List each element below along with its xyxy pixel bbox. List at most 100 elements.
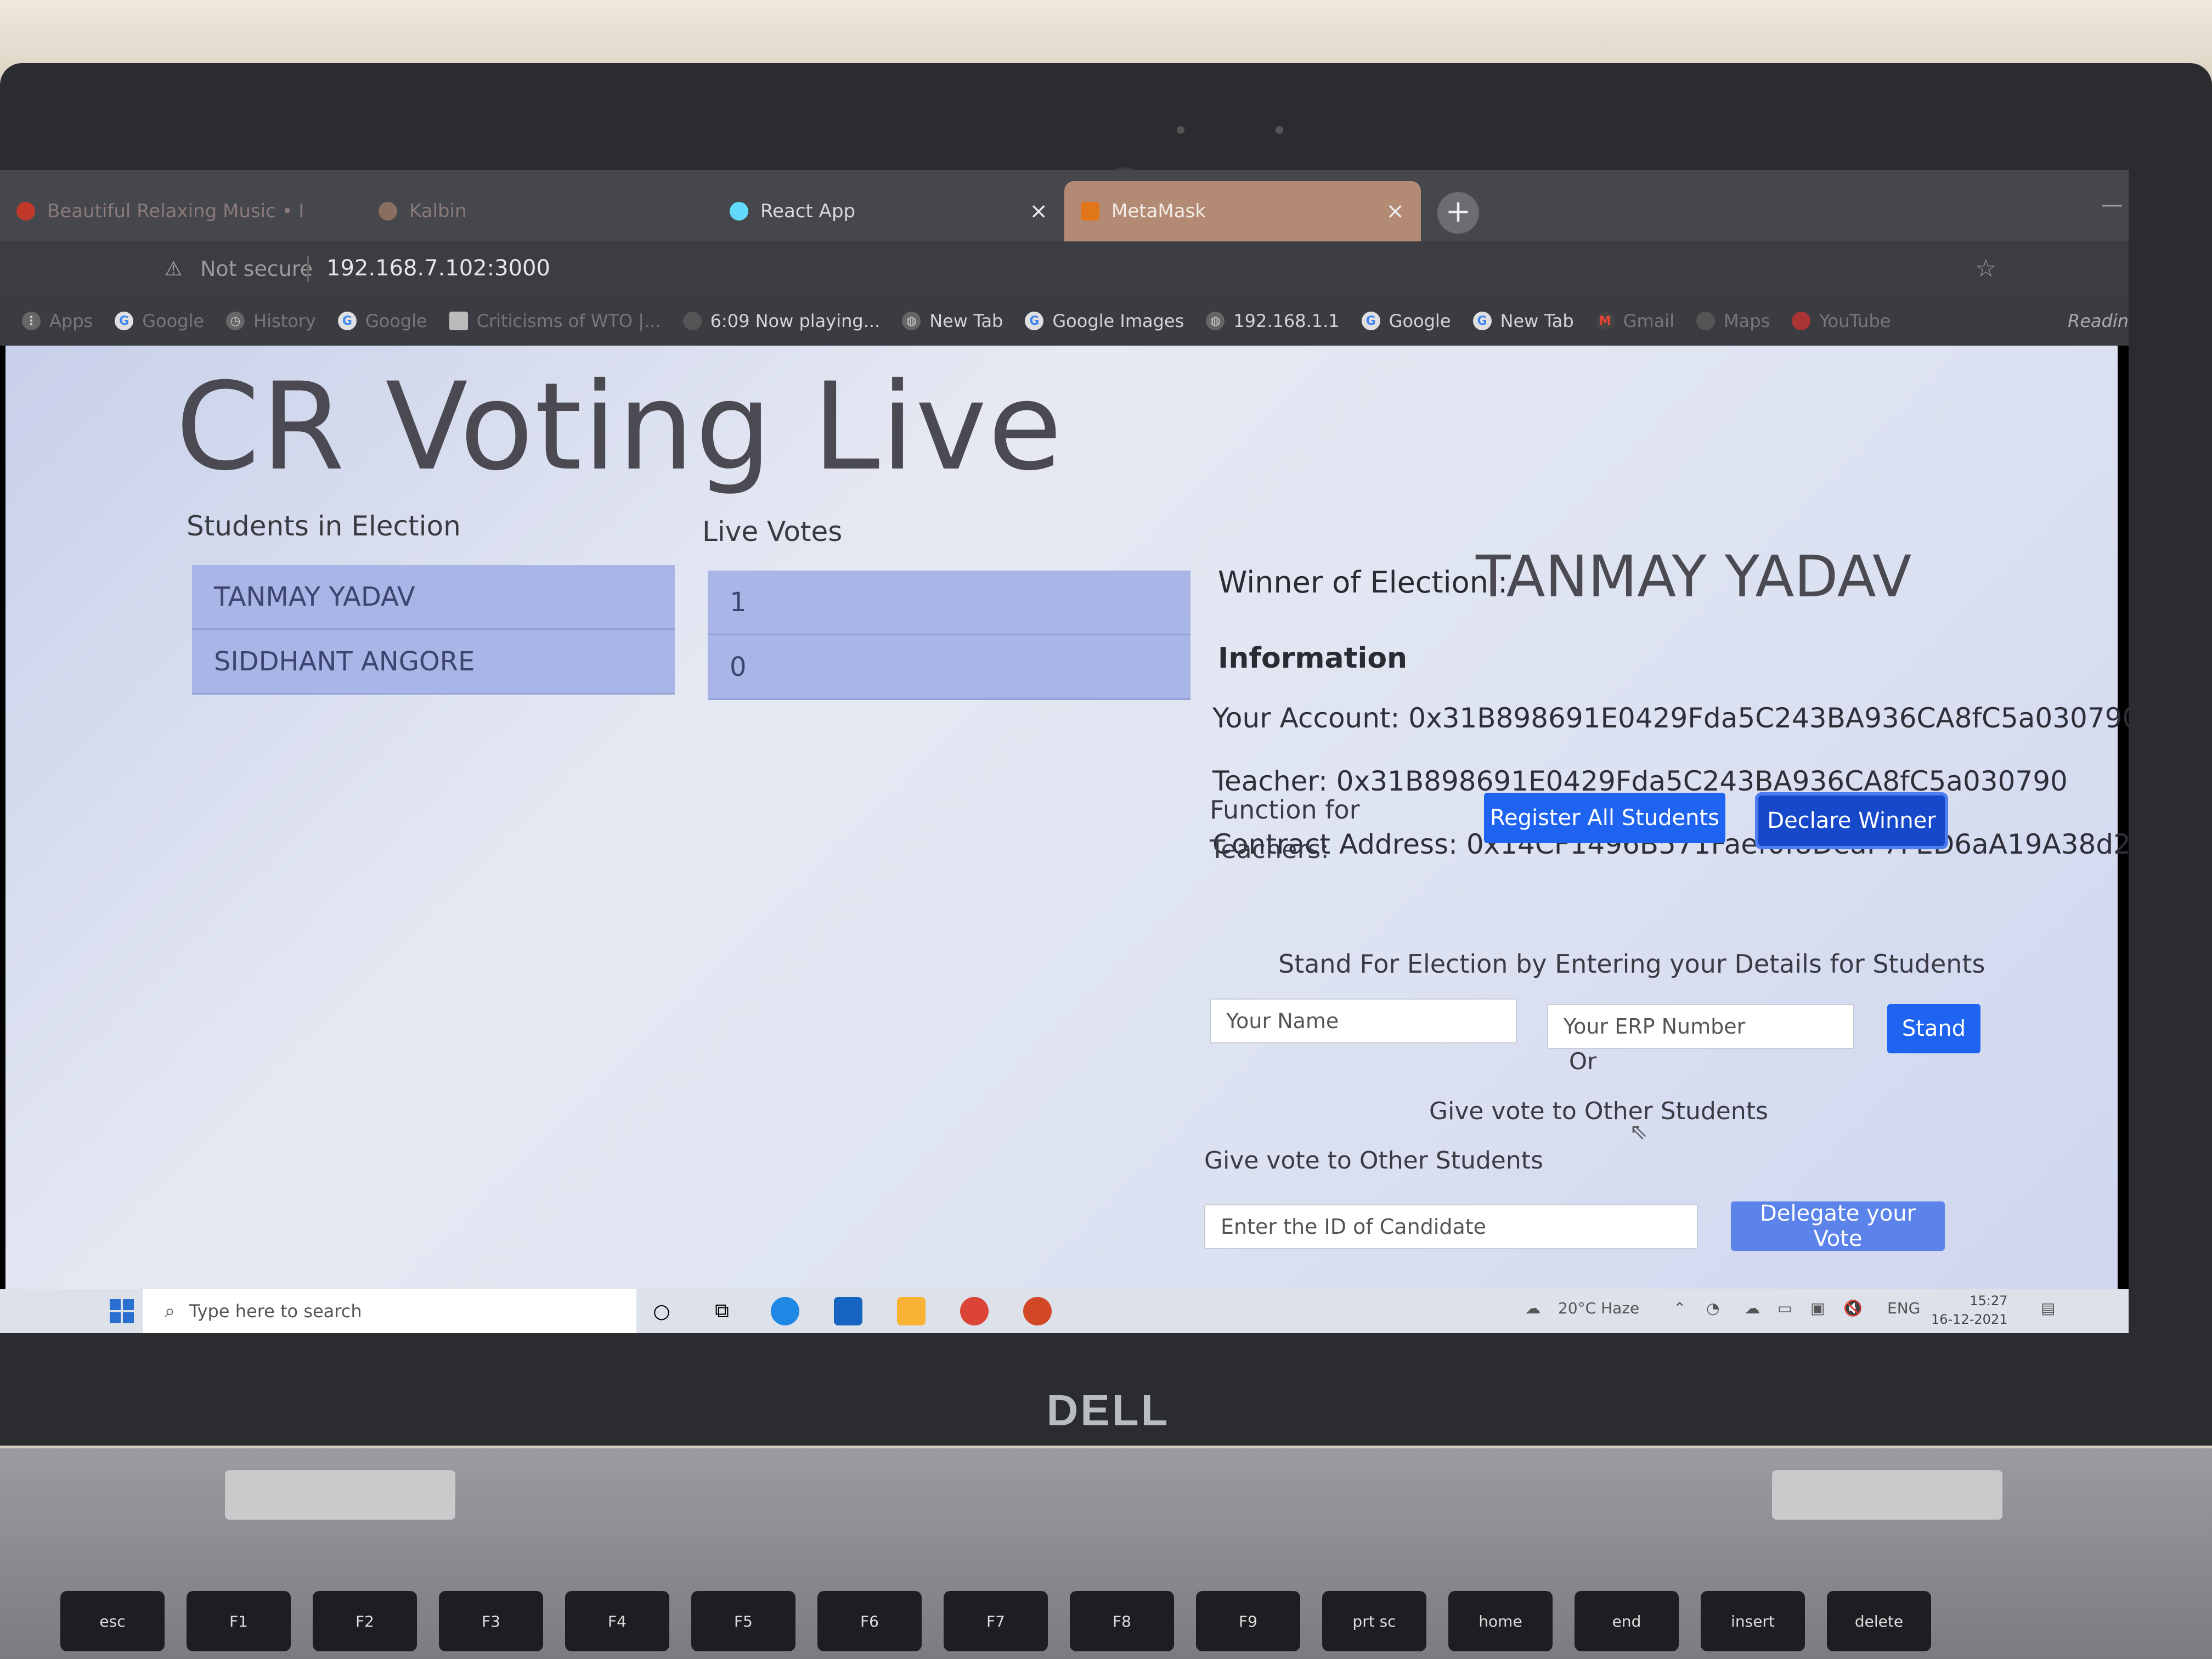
voting-page: CR Voting Live Students in Election Live…: [5, 346, 2129, 1289]
bookmark-item[interactable]: G Google: [1361, 311, 1451, 331]
taskbar-search[interactable]: ⌕ Type here to search: [143, 1289, 636, 1333]
file-explorer-icon[interactable]: [897, 1297, 926, 1325]
bookmark-item[interactable]: ◷ History: [226, 311, 316, 331]
teacher-functions-label-line: Function for: [1210, 795, 1360, 825]
warning-icon[interactable]: ⚠: [165, 258, 182, 280]
bookmark-item[interactable]: G Google: [115, 311, 204, 331]
bookmark-item[interactable]: G Google Images: [1025, 311, 1184, 331]
bookmark-label: Google: [142, 311, 205, 331]
google-icon: G: [1472, 312, 1492, 330]
react-icon: [730, 202, 748, 221]
battery-icon[interactable]: ▭: [1778, 1299, 1792, 1317]
page-icon: [379, 202, 397, 221]
browser-tab-bar: Beautiful Relaxing Music • I Kalbin Reac…: [0, 170, 2129, 241]
bookmark-item[interactable]: Criticisms of WTO |...: [449, 311, 661, 331]
display-icon[interactable]: ▣: [1810, 1299, 1825, 1317]
bookmark-item[interactable]: ◍ New Tab: [902, 311, 1003, 331]
bookmark-label: Google: [1389, 311, 1451, 331]
keyboard-key[interactable]: F3: [439, 1591, 543, 1651]
bookmarks-bar: ⋮ Apps G Google ◷ History G Google Criti…: [0, 296, 2129, 346]
candidate-id-input[interactable]: [1204, 1204, 1698, 1249]
bookmark-star-icon[interactable]: ☆: [1975, 255, 1996, 283]
bookmark-label: Maps: [1724, 311, 1770, 331]
keyboard-key[interactable]: F1: [187, 1591, 291, 1651]
page-icon: [449, 312, 468, 330]
keyboard-key[interactable]: F7: [944, 1591, 1048, 1651]
security-label[interactable]: Not secure: [200, 257, 313, 281]
laptop-hinge: [225, 1470, 455, 1520]
new-tab-button[interactable]: +: [1437, 192, 1479, 234]
browser-tab[interactable]: React App ×: [713, 181, 1064, 241]
stand-button[interactable]: Stand: [1887, 1004, 1980, 1053]
page-title: CR Voting Live: [176, 357, 1064, 497]
bookmark-item[interactable]: Maps: [1696, 311, 1770, 331]
candidate-row: SIDDHANT ANGORE: [192, 630, 675, 695]
bookmark-item[interactable]: G New Tab: [1472, 311, 1574, 331]
keyboard-key[interactable]: insert: [1701, 1591, 1805, 1651]
cloud-icon[interactable]: ☁: [1745, 1299, 1760, 1317]
reading-list-button[interactable]: Readin: [2068, 311, 2129, 331]
browser-tab[interactable]: Kalbin: [362, 181, 702, 241]
keyboard-key[interactable]: esc: [60, 1591, 165, 1651]
bookmark-item[interactable]: M Gmail: [1595, 311, 1674, 331]
candidate-list: TANMAY YADAV SIDDHANT ANGORE: [192, 565, 675, 695]
windows-start-icon[interactable]: [110, 1299, 134, 1323]
close-tab-icon[interactable]: ×: [1386, 199, 1404, 224]
bookmark-label: History: [253, 311, 316, 331]
delegate-vote-button[interactable]: Delegate your Vote: [1731, 1201, 1945, 1251]
browser-tab[interactable]: Beautiful Relaxing Music • I: [0, 181, 351, 241]
tab-label: MetaMask: [1111, 200, 1206, 222]
youtube-icon: [1792, 312, 1811, 330]
powerpoint-icon[interactable]: [1023, 1297, 1052, 1325]
account-address: Your Account: 0x31B898691E0429Fda5C243BA…: [1212, 702, 2129, 734]
notifications-icon[interactable]: ▤: [2041, 1299, 2055, 1317]
task-view-icon[interactable]: ⧉: [708, 1297, 736, 1325]
language-indicator[interactable]: ENG: [1887, 1299, 1920, 1317]
keyboard-key[interactable]: end: [1575, 1591, 1679, 1651]
google-icon: G: [115, 312, 134, 330]
taskbar-clock[interactable]: 15:27 16-12-2021: [1931, 1291, 2007, 1329]
declare-winner-button[interactable]: Declare Winner: [1758, 795, 1945, 846]
weather-icon[interactable]: ☁: [1525, 1299, 1541, 1317]
name-input[interactable]: [1210, 998, 1517, 1043]
mouse-cursor-icon: ⇖: [1629, 1119, 1648, 1144]
bookmark-item[interactable]: YouTube: [1792, 311, 1891, 331]
keyboard-key[interactable]: delete: [1827, 1591, 1931, 1651]
url-input[interactable]: 192.168.7.102:3000: [326, 256, 550, 281]
keyboard-key[interactable]: home: [1448, 1591, 1553, 1651]
vote-count-row: 1: [708, 571, 1190, 635]
keyboard-key[interactable]: F4: [565, 1591, 669, 1651]
keyboard-key[interactable]: F6: [817, 1591, 922, 1651]
chrome-icon[interactable]: [960, 1297, 989, 1325]
bookmark-label: New Tab: [1500, 311, 1574, 331]
bookmark-label: 192.168.1.1: [1233, 311, 1340, 331]
cortana-icon[interactable]: ○: [647, 1297, 676, 1325]
keyboard-key[interactable]: F5: [691, 1591, 795, 1651]
bookmark-item[interactable]: 6:09 Now playing...: [682, 311, 880, 331]
bookmark-label: Apps: [49, 311, 93, 331]
register-all-students-button[interactable]: Register All Students: [1484, 793, 1725, 843]
teacher-functions-label-line: Teachers:: [1210, 834, 1329, 864]
globe-icon: ◍: [1206, 312, 1225, 330]
laptop-hinge: [1772, 1470, 2002, 1520]
minimize-icon[interactable]: —: [2101, 192, 2123, 217]
bookmark-item[interactable]: ⋮ Apps: [22, 311, 93, 331]
keyboard-key[interactable]: F9: [1196, 1591, 1300, 1651]
close-tab-icon[interactable]: ×: [1029, 199, 1048, 224]
bookmark-label: New Tab: [929, 311, 1003, 331]
tray-chevron-icon[interactable]: ⌃: [1673, 1299, 1686, 1317]
volume-muted-icon[interactable]: 🔇: [1843, 1299, 1863, 1317]
bookmark-item[interactable]: G Google: [337, 311, 427, 331]
erp-number-input[interactable]: [1547, 1004, 1854, 1049]
browser-tab-active[interactable]: MetaMask ×: [1064, 181, 1421, 241]
network-icon[interactable]: ◔: [1706, 1299, 1719, 1317]
edge-icon[interactable]: [771, 1297, 799, 1325]
mail-icon[interactable]: [834, 1297, 862, 1325]
give-vote-heading: Give vote to Other Students: [1429, 1097, 1768, 1125]
keyboard-key[interactable]: prt sc: [1322, 1591, 1426, 1651]
weather-status[interactable]: 20°C Haze: [1558, 1299, 1639, 1317]
teacher-functions-label: Function for Teachers:: [1210, 790, 1360, 869]
bookmark-item[interactable]: ◍ 192.168.1.1: [1206, 311, 1340, 331]
keyboard-key[interactable]: F2: [313, 1591, 417, 1651]
keyboard-key[interactable]: F8: [1070, 1591, 1174, 1651]
